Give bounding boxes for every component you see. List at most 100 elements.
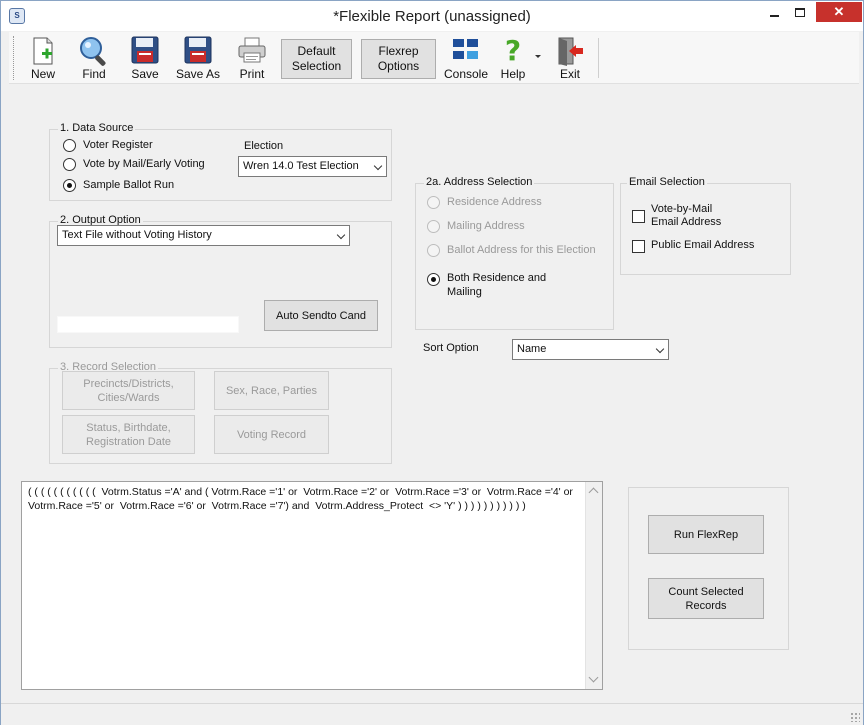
election-select[interactable]: Wren 14.0 Test Election <box>238 156 387 177</box>
main-window: S *Flexible Report (unassigned) ✕ New Fi… <box>0 0 864 725</box>
default-selection-label: Default Selection <box>291 44 342 73</box>
status-bar <box>1 703 863 725</box>
flexrep-options-button[interactable]: Flexrep Options <box>361 39 436 79</box>
output-option-group: 2. Output Option Text File without Votin… <box>49 214 392 348</box>
email-selection-legend: Email Selection <box>627 176 707 188</box>
record-selection-group: 3. Record Selection Precincts/Districts,… <box>49 361 392 464</box>
sort-option-label: Sort Option <box>423 342 479 354</box>
vote-by-mail-radio[interactable]: Vote by Mail/Early Voting <box>63 157 223 173</box>
email-selection-group: Email Selection Vote-by-Mail Email Addre… <box>620 176 791 275</box>
vote-by-mail-email-checkbox[interactable]: Vote-by-Mail Email Address <box>632 203 752 231</box>
radio-indicator <box>427 196 440 209</box>
resize-grip-icon[interactable] <box>850 712 860 722</box>
query-textarea[interactable]: ( ( ( ( ( ( ( ( ( ( ( Votrm.Status ='A' … <box>21 481 603 690</box>
console-button[interactable]: Console <box>441 34 491 82</box>
precincts-districts-label: Precincts/Districts, Cities/Wards <box>83 377 174 404</box>
radio-indicator-selected <box>63 179 76 192</box>
chevron-down-icon <box>535 55 541 58</box>
status-birthdate-button[interactable]: Status, Birthdate, Registration Date <box>62 415 195 454</box>
minimize-button[interactable] <box>761 2 787 22</box>
checkbox-box <box>632 210 645 223</box>
toolbar-grip[interactable] <box>13 36 16 80</box>
voter-register-radio[interactable]: Voter Register <box>63 138 203 154</box>
svg-text:?: ? <box>505 36 521 66</box>
console-icon <box>453 39 478 59</box>
precincts-districts-button[interactable]: Precincts/Districts, Cities/Wards <box>62 371 195 410</box>
residence-address-label: Residence Address <box>447 196 542 208</box>
sex-race-parties-button[interactable]: Sex, Race, Parties <box>214 371 329 410</box>
exit-label: Exit <box>559 67 580 81</box>
toolbar-separator <box>598 38 599 78</box>
console-label: Console <box>443 67 489 81</box>
actions-panel: Run FlexRep Count Selected Records <box>628 487 789 650</box>
radio-indicator-selected <box>427 273 440 286</box>
residence-address-radio[interactable]: Residence Address <box>427 195 597 211</box>
mailing-address-radio[interactable]: Mailing Address <box>427 219 597 235</box>
data-source-group: 1. Data Source Voter Register Vote by Ma… <box>49 122 392 201</box>
address-selection-legend: 2a. Address Selection <box>424 176 535 188</box>
default-selection-button[interactable]: Default Selection <box>281 39 352 79</box>
auto-sendto-cand-button[interactable]: Auto Sendto Cand <box>264 300 378 331</box>
query-scrollbar[interactable] <box>585 482 602 689</box>
chevron-down-icon <box>336 230 346 240</box>
exit-door-icon <box>558 37 583 66</box>
maximize-icon <box>795 8 805 18</box>
run-flexrep-label: Run FlexRep <box>673 528 739 541</box>
scroll-up-icon[interactable] <box>588 487 599 498</box>
election-value: Wren 14.0 Test Election <box>243 160 359 172</box>
ballot-address-label: Ballot Address for this Election <box>447 244 596 256</box>
help-question-icon: ? <box>505 36 521 66</box>
status-birthdate-label: Status, Birthdate, Registration Date <box>86 421 171 448</box>
count-selected-records-button[interactable]: Count Selected Records <box>648 578 764 619</box>
output-option-select[interactable]: Text File without Voting History <box>57 225 350 246</box>
save-as-button[interactable]: Save As <box>173 34 223 82</box>
title-bar: S *Flexible Report (unassigned) ✕ <box>1 1 863 31</box>
floppy-disk-icon <box>131 36 159 64</box>
help-dropdown-button[interactable] <box>531 46 545 66</box>
election-label: Election <box>244 140 284 152</box>
sort-option-select[interactable]: Name <box>512 339 669 360</box>
close-icon: ✕ <box>833 4 845 19</box>
run-flexrep-button[interactable]: Run FlexRep <box>648 515 764 554</box>
new-document-icon <box>33 37 53 65</box>
save-as-icon <box>184 36 212 64</box>
public-email-label: Public Email Address <box>651 239 755 251</box>
close-button[interactable]: ✕ <box>816 2 862 22</box>
ballot-address-radio[interactable]: Ballot Address for this Election <box>427 243 612 259</box>
vote-by-mail-label: Vote by Mail/Early Voting <box>83 158 205 170</box>
maximize-button[interactable] <box>787 2 813 22</box>
sample-ballot-run-label: Sample Ballot Run <box>83 179 175 191</box>
output-file-textbox[interactable] <box>57 316 239 333</box>
magnifier-icon <box>80 37 106 66</box>
sort-option-value: Name <box>517 343 547 355</box>
count-selected-records-label: Count Selected Records <box>668 585 744 612</box>
chevron-down-icon <box>655 344 665 354</box>
checkbox-box <box>632 240 645 253</box>
print-button[interactable]: Print <box>233 34 271 82</box>
sample-ballot-run-radio[interactable]: Sample Ballot Run <box>63 178 203 194</box>
save-label: Save <box>131 67 159 81</box>
voting-record-button[interactable]: Voting Record <box>214 415 329 454</box>
radio-indicator <box>427 244 440 257</box>
new-button[interactable]: New <box>23 34 63 82</box>
both-residence-mailing-radio[interactable]: Both Residence and Mailing <box>427 272 577 302</box>
find-button[interactable]: Find <box>72 34 116 82</box>
query-text: ( ( ( ( ( ( ( ( ( ( ( Votrm.Status ='A' … <box>28 486 579 512</box>
radio-indicator <box>63 158 76 171</box>
voter-register-label: Voter Register <box>83 139 153 151</box>
scroll-down-icon[interactable] <box>588 672 599 683</box>
minimize-icon <box>769 14 779 17</box>
public-email-checkbox[interactable]: Public Email Address <box>632 239 772 255</box>
print-label: Print <box>239 67 265 81</box>
exit-button[interactable]: Exit <box>554 34 586 82</box>
new-label: New <box>30 67 55 81</box>
help-label: Help <box>500 67 526 81</box>
find-label: Find <box>82 67 106 81</box>
toolbar: New Find Save Save As Print Default Sele… <box>9 32 859 84</box>
save-as-label: Save As <box>175 67 221 81</box>
mailing-address-label: Mailing Address <box>447 220 525 232</box>
flexrep-options-label: Flexrep Options <box>377 44 420 73</box>
save-button[interactable]: Save <box>126 34 164 82</box>
radio-indicator <box>63 139 76 152</box>
help-button[interactable]: ? Help <box>497 34 529 82</box>
